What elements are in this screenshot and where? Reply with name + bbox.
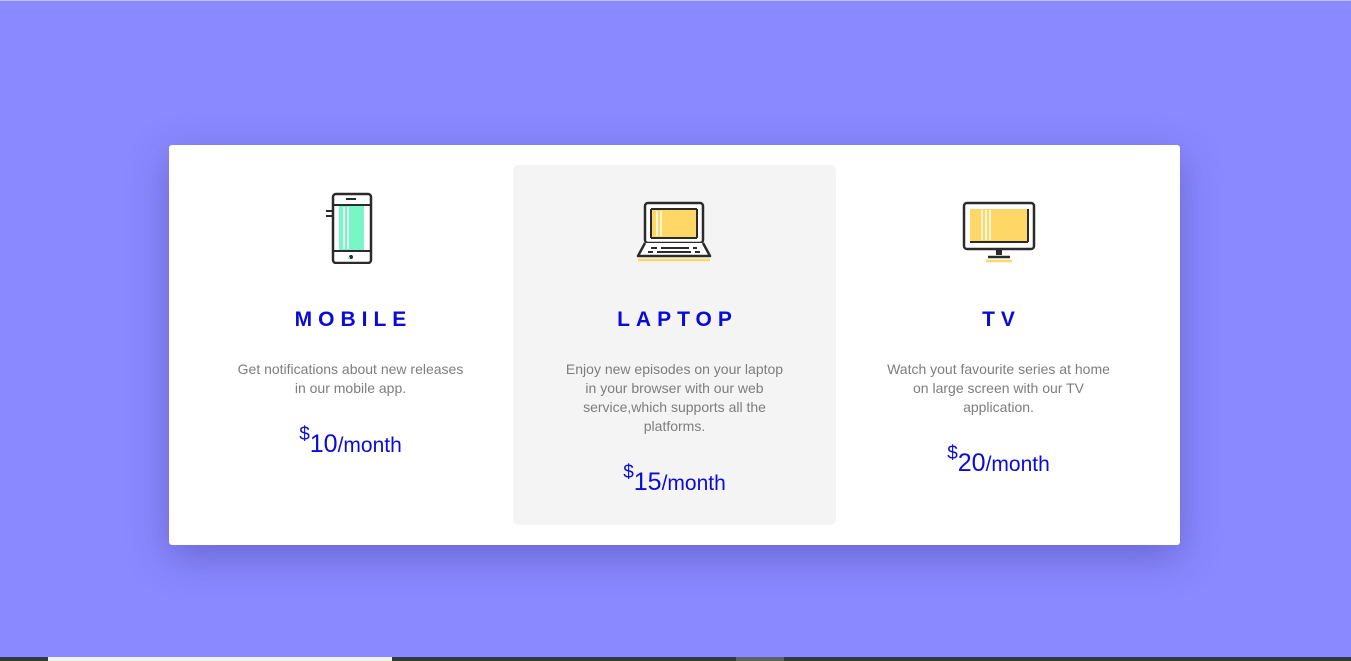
plan-laptop[interactable]: LAPTOP Enjoy new episodes on your laptop…	[513, 165, 836, 525]
plan-title: LAPTOP	[617, 308, 738, 331]
top-border-line	[0, 0, 1351, 1]
price-currency: $	[947, 443, 958, 464]
plan-price: $15/month	[543, 462, 806, 497]
price-amount: 10	[309, 430, 338, 458]
plan-title: MOBILE	[294, 308, 413, 331]
price-amount: 15	[633, 468, 662, 496]
pricing-card: MOBILE Get notifications about new relea…	[169, 145, 1180, 545]
taskbar-strip	[0, 657, 1351, 661]
price-period: /month	[337, 434, 402, 457]
price-currency: $	[623, 462, 634, 483]
mobile-phone-icon	[219, 189, 482, 264]
laptop-icon	[543, 189, 806, 264]
price-amount: 20	[957, 449, 986, 477]
taskbar-segment	[48, 657, 392, 661]
taskbar-segment	[736, 657, 784, 661]
tv-icon	[867, 189, 1130, 264]
price-currency: $	[299, 424, 310, 445]
plan-tv[interactable]: TV Watch yout favourite series at home o…	[837, 165, 1160, 525]
plan-description: Enjoy new episodes on your laptop in you…	[565, 361, 784, 434]
plan-description: Get notifications about new releases in …	[237, 361, 464, 396]
plan-price: $10/month	[219, 424, 482, 459]
plan-mobile[interactable]: MOBILE Get notifications about new relea…	[189, 165, 512, 525]
price-period: /month	[985, 453, 1050, 476]
price-period: /month	[661, 472, 726, 495]
plan-description: Watch yout favourite series at home on l…	[887, 361, 1110, 415]
plan-title: TV	[982, 308, 1021, 331]
plan-price: $20/month	[867, 443, 1130, 478]
